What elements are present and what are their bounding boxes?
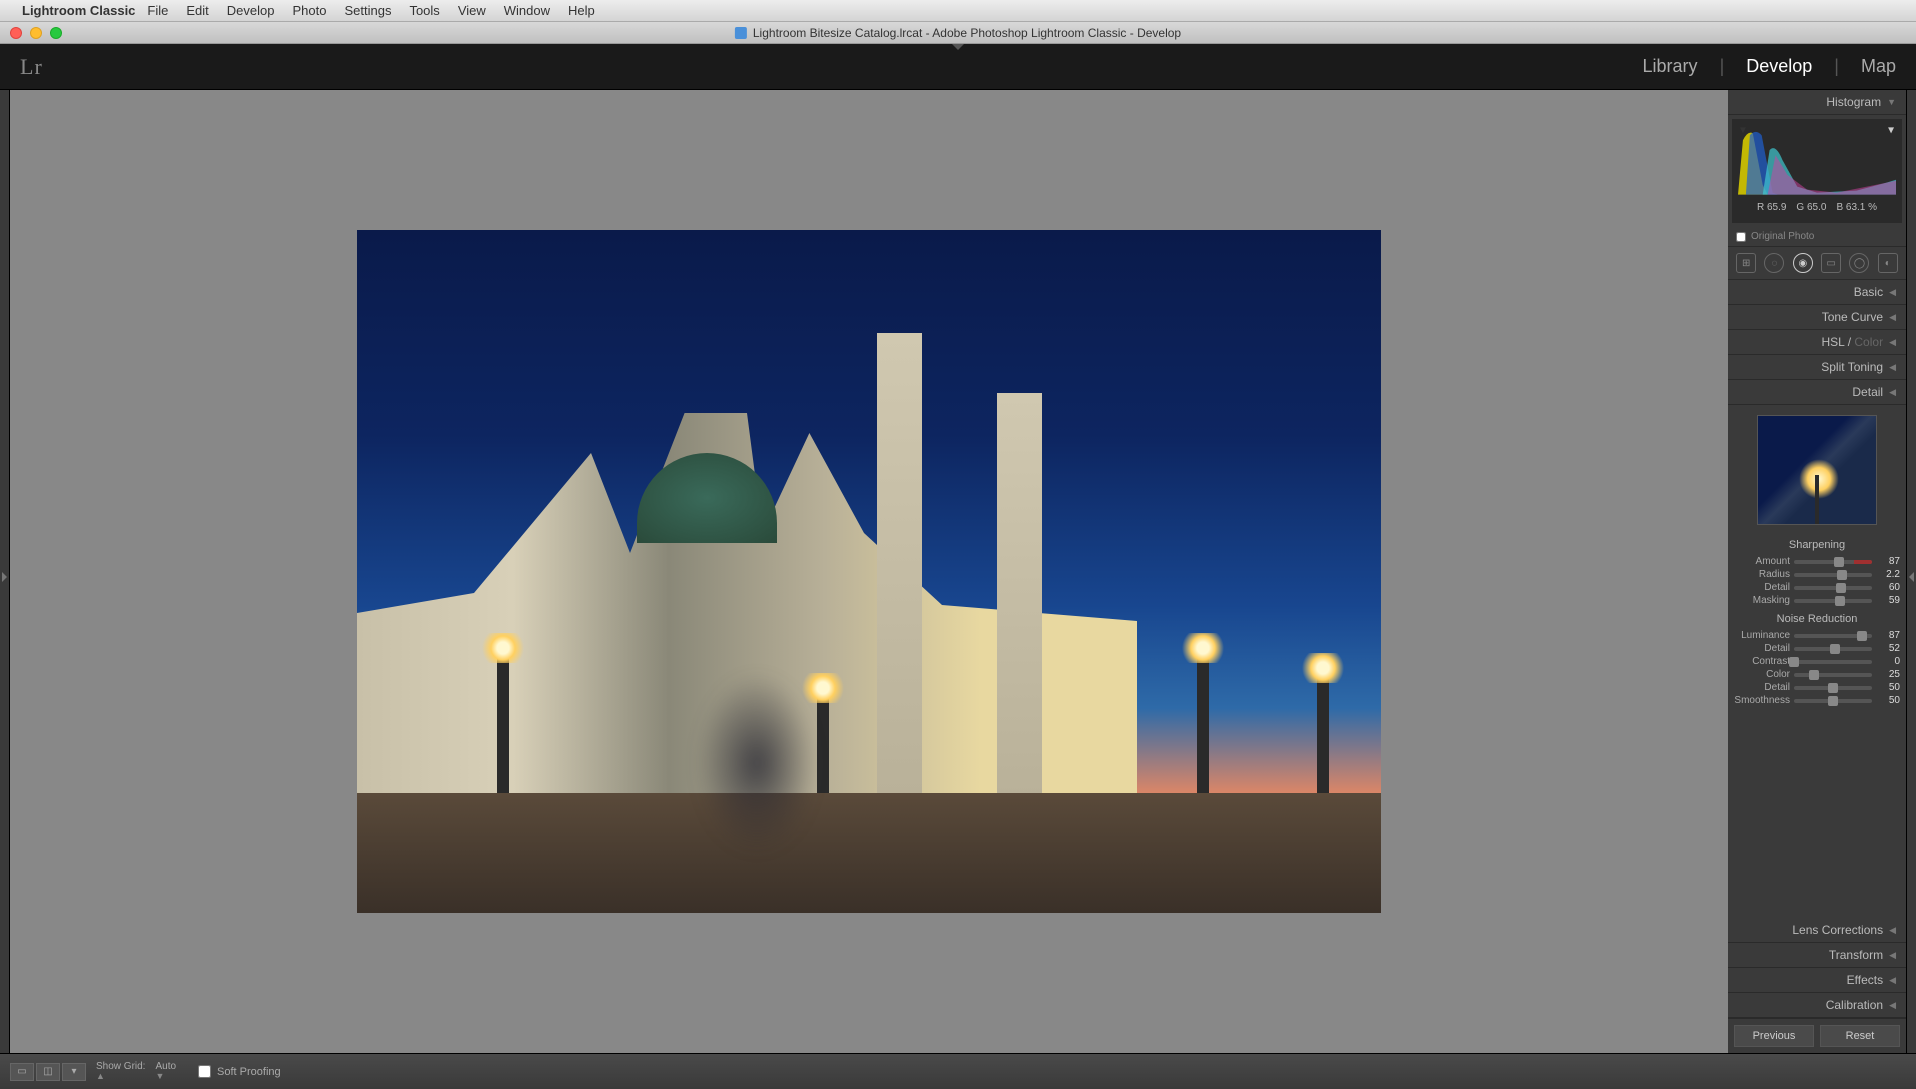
before-after-dropdown-icon[interactable]: ▾ bbox=[62, 1063, 86, 1081]
tone-curve-panel-header[interactable]: Tone Curve◀ bbox=[1728, 305, 1906, 330]
chevron-left-icon: ◀ bbox=[1889, 337, 1896, 348]
sharpening-amount-slider[interactable]: Amount87 bbox=[1734, 555, 1900, 568]
noise-color-slider[interactable]: Color25 bbox=[1734, 668, 1900, 681]
noise-smoothness-slider[interactable]: Smoothness50 bbox=[1734, 694, 1900, 707]
sharpening-masking-slider[interactable]: Masking59 bbox=[1734, 594, 1900, 607]
crop-tool-icon[interactable]: ⊞ bbox=[1736, 253, 1756, 273]
sharpening-title: Sharpening bbox=[1734, 533, 1900, 555]
left-panel-expand[interactable] bbox=[0, 90, 10, 1053]
show-grid-label: Show Grid: bbox=[96, 1061, 145, 1072]
image-canvas[interactable] bbox=[10, 90, 1728, 1053]
chevron-left-icon: ◀ bbox=[1889, 925, 1896, 936]
noise-contrast-slider[interactable]: Contrast0 bbox=[1734, 655, 1900, 668]
lens-corrections-panel-header[interactable]: Lens Corrections◀ bbox=[1728, 918, 1906, 943]
lightroom-logo: Lr bbox=[20, 54, 43, 80]
document-title: Lightroom Bitesize Catalog.lrcat - Adobe… bbox=[735, 26, 1181, 40]
module-separator: | bbox=[1834, 56, 1839, 77]
calibration-panel-header[interactable]: Calibration◀ bbox=[1728, 993, 1906, 1018]
chevron-left-icon: ◀ bbox=[1889, 950, 1896, 961]
loupe-view-icon[interactable]: ▭ bbox=[10, 1063, 34, 1081]
chevron-left-icon: ◀ bbox=[1889, 362, 1896, 373]
macos-menubar: Lightroom Classic File Edit Develop Phot… bbox=[0, 0, 1916, 22]
maximize-icon[interactable] bbox=[50, 27, 62, 39]
module-picker: Library | Develop | Map bbox=[1643, 56, 1896, 77]
app-name[interactable]: Lightroom Classic bbox=[22, 3, 135, 18]
histogram-label: Histogram bbox=[1826, 95, 1881, 109]
effects-panel-header[interactable]: Effects◀ bbox=[1728, 968, 1906, 993]
document-icon bbox=[735, 27, 747, 39]
histogram-readout: R 65.9 G 65.0 B 63.1 % bbox=[1738, 198, 1896, 217]
chevron-left-icon: ◀ bbox=[1889, 387, 1896, 398]
histogram-panel[interactable]: R 65.9 G 65.0 B 63.1 % bbox=[1732, 119, 1902, 223]
minimize-icon[interactable] bbox=[30, 27, 42, 39]
photo-preview bbox=[357, 230, 1381, 913]
noise-detail-slider[interactable]: Detail52 bbox=[1734, 642, 1900, 655]
detail-panel-body: Sharpening Amount87 Radius2.2 Detail60 M… bbox=[1728, 405, 1906, 918]
noise-luminance-slider[interactable]: Luminance87 bbox=[1734, 629, 1900, 642]
auto-control[interactable]: Auto ▼ bbox=[155, 1061, 176, 1082]
auto-label: Auto bbox=[155, 1061, 176, 1072]
radial-filter-tool-icon[interactable]: ◯ bbox=[1849, 253, 1869, 273]
soft-proofing-label: Soft Proofing bbox=[217, 1066, 281, 1078]
module-develop[interactable]: Develop bbox=[1746, 56, 1812, 77]
detail-preview-thumbnail[interactable] bbox=[1757, 415, 1877, 525]
split-toning-panel-header[interactable]: Split Toning◀ bbox=[1728, 355, 1906, 380]
sharpening-radius-slider[interactable]: Radius2.2 bbox=[1734, 568, 1900, 581]
menu-settings[interactable]: Settings bbox=[340, 3, 395, 18]
window-titlebar: Lightroom Bitesize Catalog.lrcat - Adobe… bbox=[0, 22, 1916, 44]
menu-photo[interactable]: Photo bbox=[288, 3, 330, 18]
right-panel-collapse[interactable] bbox=[1906, 90, 1916, 1053]
redeye-tool-icon[interactable]: ◉ bbox=[1793, 253, 1813, 273]
sharpening-detail-slider[interactable]: Detail60 bbox=[1734, 581, 1900, 594]
original-photo-toggle[interactable]: Original Photo bbox=[1728, 227, 1906, 246]
histogram-chart bbox=[1738, 125, 1896, 195]
module-map[interactable]: Map bbox=[1861, 56, 1896, 77]
menu-help[interactable]: Help bbox=[564, 3, 599, 18]
menu-file[interactable]: File bbox=[143, 3, 172, 18]
detail-panel-header[interactable]: Detail◀ bbox=[1728, 380, 1906, 405]
adjustment-brush-tool-icon[interactable]: ◐ bbox=[1878, 253, 1898, 273]
chevron-down-icon: ▼ bbox=[1887, 97, 1896, 107]
transform-panel-header[interactable]: Transform◀ bbox=[1728, 943, 1906, 968]
app-header: Lr Library | Develop | Map bbox=[0, 44, 1916, 90]
menu-develop[interactable]: Develop bbox=[223, 3, 279, 18]
chevron-left-icon: ◀ bbox=[1889, 975, 1896, 986]
histogram-header[interactable]: Histogram ▼ bbox=[1728, 90, 1906, 115]
previous-button[interactable]: Previous bbox=[1734, 1025, 1814, 1047]
chevron-left-icon: ◀ bbox=[1889, 287, 1896, 298]
document-title-text: Lightroom Bitesize Catalog.lrcat - Adobe… bbox=[753, 26, 1181, 40]
bottom-toolbar: ▭ ◫ ▾ Show Grid: ▲ Auto ▼ Soft Proofing bbox=[0, 1053, 1916, 1089]
original-photo-label: Original Photo bbox=[1751, 231, 1814, 242]
menu-view[interactable]: View bbox=[454, 3, 490, 18]
original-photo-checkbox[interactable] bbox=[1736, 232, 1746, 242]
reset-button[interactable]: Reset bbox=[1820, 1025, 1900, 1047]
graduated-filter-tool-icon[interactable]: ▭ bbox=[1821, 253, 1841, 273]
menu-window[interactable]: Window bbox=[500, 3, 554, 18]
noise-reduction-title: Noise Reduction bbox=[1734, 607, 1900, 629]
basic-panel-header[interactable]: Basic◀ bbox=[1728, 280, 1906, 305]
hsl-color-panel-header[interactable]: HSL / Color◀ bbox=[1728, 330, 1906, 355]
soft-proofing-toggle[interactable]: Soft Proofing bbox=[198, 1065, 281, 1078]
local-adjustment-tools: ⊞ ◌ ◉ ▭ ◯ ◐ bbox=[1728, 246, 1906, 280]
top-panel-expand-icon[interactable] bbox=[952, 44, 964, 50]
menu-tools[interactable]: Tools bbox=[405, 3, 443, 18]
before-after-view-icon[interactable]: ◫ bbox=[36, 1063, 60, 1081]
show-grid-control[interactable]: Show Grid: ▲ bbox=[96, 1061, 145, 1082]
chevron-left-icon: ◀ bbox=[1889, 312, 1896, 323]
develop-right-panel: Histogram ▼ R 65.9 G 65.0 B 63.1 % Origi… bbox=[1728, 90, 1906, 1053]
menu-edit[interactable]: Edit bbox=[182, 3, 212, 18]
chevron-left-icon: ◀ bbox=[1889, 1000, 1896, 1011]
soft-proofing-checkbox[interactable] bbox=[198, 1065, 211, 1078]
module-library[interactable]: Library bbox=[1643, 56, 1698, 77]
spot-removal-tool-icon[interactable]: ◌ bbox=[1764, 253, 1784, 273]
window-controls bbox=[0, 27, 62, 39]
noise-color-detail-slider[interactable]: Detail50 bbox=[1734, 681, 1900, 694]
module-separator: | bbox=[1720, 56, 1725, 77]
close-icon[interactable] bbox=[10, 27, 22, 39]
